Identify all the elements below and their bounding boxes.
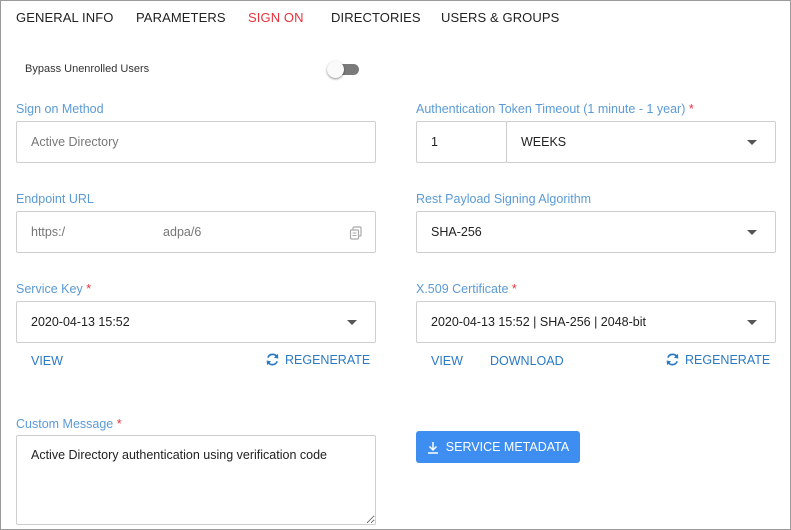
tab-general-info[interactable]: GENERAL INFO <box>16 10 114 25</box>
token-timeout-amount-input[interactable]: 1 <box>416 121 507 163</box>
regenerate-label: REGENERATE <box>285 352 371 367</box>
endpoint-url-label: Endpoint URL <box>16 192 94 206</box>
certificate-value: 2020-04-13 15:52 | SHA-256 | 2048-bit <box>431 315 646 329</box>
copy-icon[interactable] <box>349 226 363 240</box>
certificate-regenerate-button[interactable]: REGENERATE <box>665 352 770 367</box>
required-mark: * <box>688 102 694 116</box>
sign-on-method-field: Active Directory <box>16 121 376 163</box>
refresh-icon <box>666 353 679 366</box>
app-window: GENERAL INFO PARAMETERS SIGN ON DIRECTOR… <box>0 0 791 530</box>
token-timeout-amount-value: 1 <box>431 135 438 149</box>
custom-message-label: Custom Message * <box>16 417 122 431</box>
endpoint-url-suffix: adpa/6 <box>163 225 202 239</box>
token-timeout-label: Authentication Token Timeout (1 minute -… <box>416 102 694 116</box>
chevron-down-icon <box>747 140 757 145</box>
token-timeout-unit-value: WEEKS <box>521 135 567 149</box>
tab-parameters[interactable]: PARAMETERS <box>136 10 226 25</box>
tab-bar: GENERAL INFO PARAMETERS SIGN ON DIRECTOR… <box>1 1 790 37</box>
certificate-view-link[interactable]: VIEW <box>431 354 463 368</box>
endpoint-url-field: https:/ adpa/6 <box>16 211 376 253</box>
certificate-label: X.509 Certificate * <box>416 282 517 296</box>
custom-message-label-text: Custom Message <box>16 417 114 431</box>
required-mark: * <box>511 282 517 296</box>
certificate-download-link[interactable]: DOWNLOAD <box>490 354 564 368</box>
sign-on-method-value: Active Directory <box>31 135 119 149</box>
regenerate-label: REGENERATE <box>685 352 771 367</box>
token-timeout-unit-select[interactable]: WEEKS <box>506 121 776 163</box>
custom-message-textarea[interactable] <box>16 435 376 525</box>
bypass-unenrolled-toggle[interactable] <box>327 61 359 78</box>
rest-payload-value: SHA-256 <box>431 225 482 239</box>
download-icon <box>427 441 438 454</box>
tab-sign-on[interactable]: SIGN ON <box>248 10 304 25</box>
sign-on-method-label: Sign on Method <box>16 102 104 116</box>
service-key-view-link[interactable]: VIEW <box>31 354 63 368</box>
service-key-label-text: Service Key <box>16 282 83 296</box>
service-metadata-button[interactable]: SERVICE METADATA <box>416 431 580 463</box>
bypass-unenrolled-label: Bypass Unenrolled Users <box>25 63 150 75</box>
endpoint-url-masked <box>65 225 164 239</box>
endpoint-url-prefix: https:/ <box>31 225 66 239</box>
chevron-down-icon <box>747 320 757 325</box>
service-key-select[interactable]: 2020-04-13 15:52 <box>16 301 376 343</box>
rest-payload-select[interactable]: SHA-256 <box>416 211 776 253</box>
chevron-down-icon <box>747 230 757 235</box>
rest-payload-label: Rest Payload Signing Algorithm <box>416 192 592 206</box>
service-metadata-label: SERVICE METADATA <box>445 440 570 454</box>
tab-users-groups[interactable]: USERS & GROUPS <box>441 10 559 25</box>
refresh-icon <box>266 353 279 366</box>
certificate-label-text: X.509 Certificate <box>416 282 509 296</box>
toggle-knob <box>327 61 344 78</box>
required-mark: * <box>116 417 122 431</box>
service-key-regenerate-button[interactable]: REGENERATE <box>265 352 370 367</box>
certificate-select[interactable]: 2020-04-13 15:52 | SHA-256 | 2048-bit <box>416 301 776 343</box>
required-mark: * <box>86 282 92 296</box>
token-timeout-label-text: Authentication Token Timeout (1 minute -… <box>416 102 686 116</box>
service-key-label: Service Key * <box>16 282 91 296</box>
tab-directories[interactable]: DIRECTORIES <box>331 10 421 25</box>
service-key-value: 2020-04-13 15:52 <box>31 315 130 329</box>
chevron-down-icon <box>347 320 357 325</box>
